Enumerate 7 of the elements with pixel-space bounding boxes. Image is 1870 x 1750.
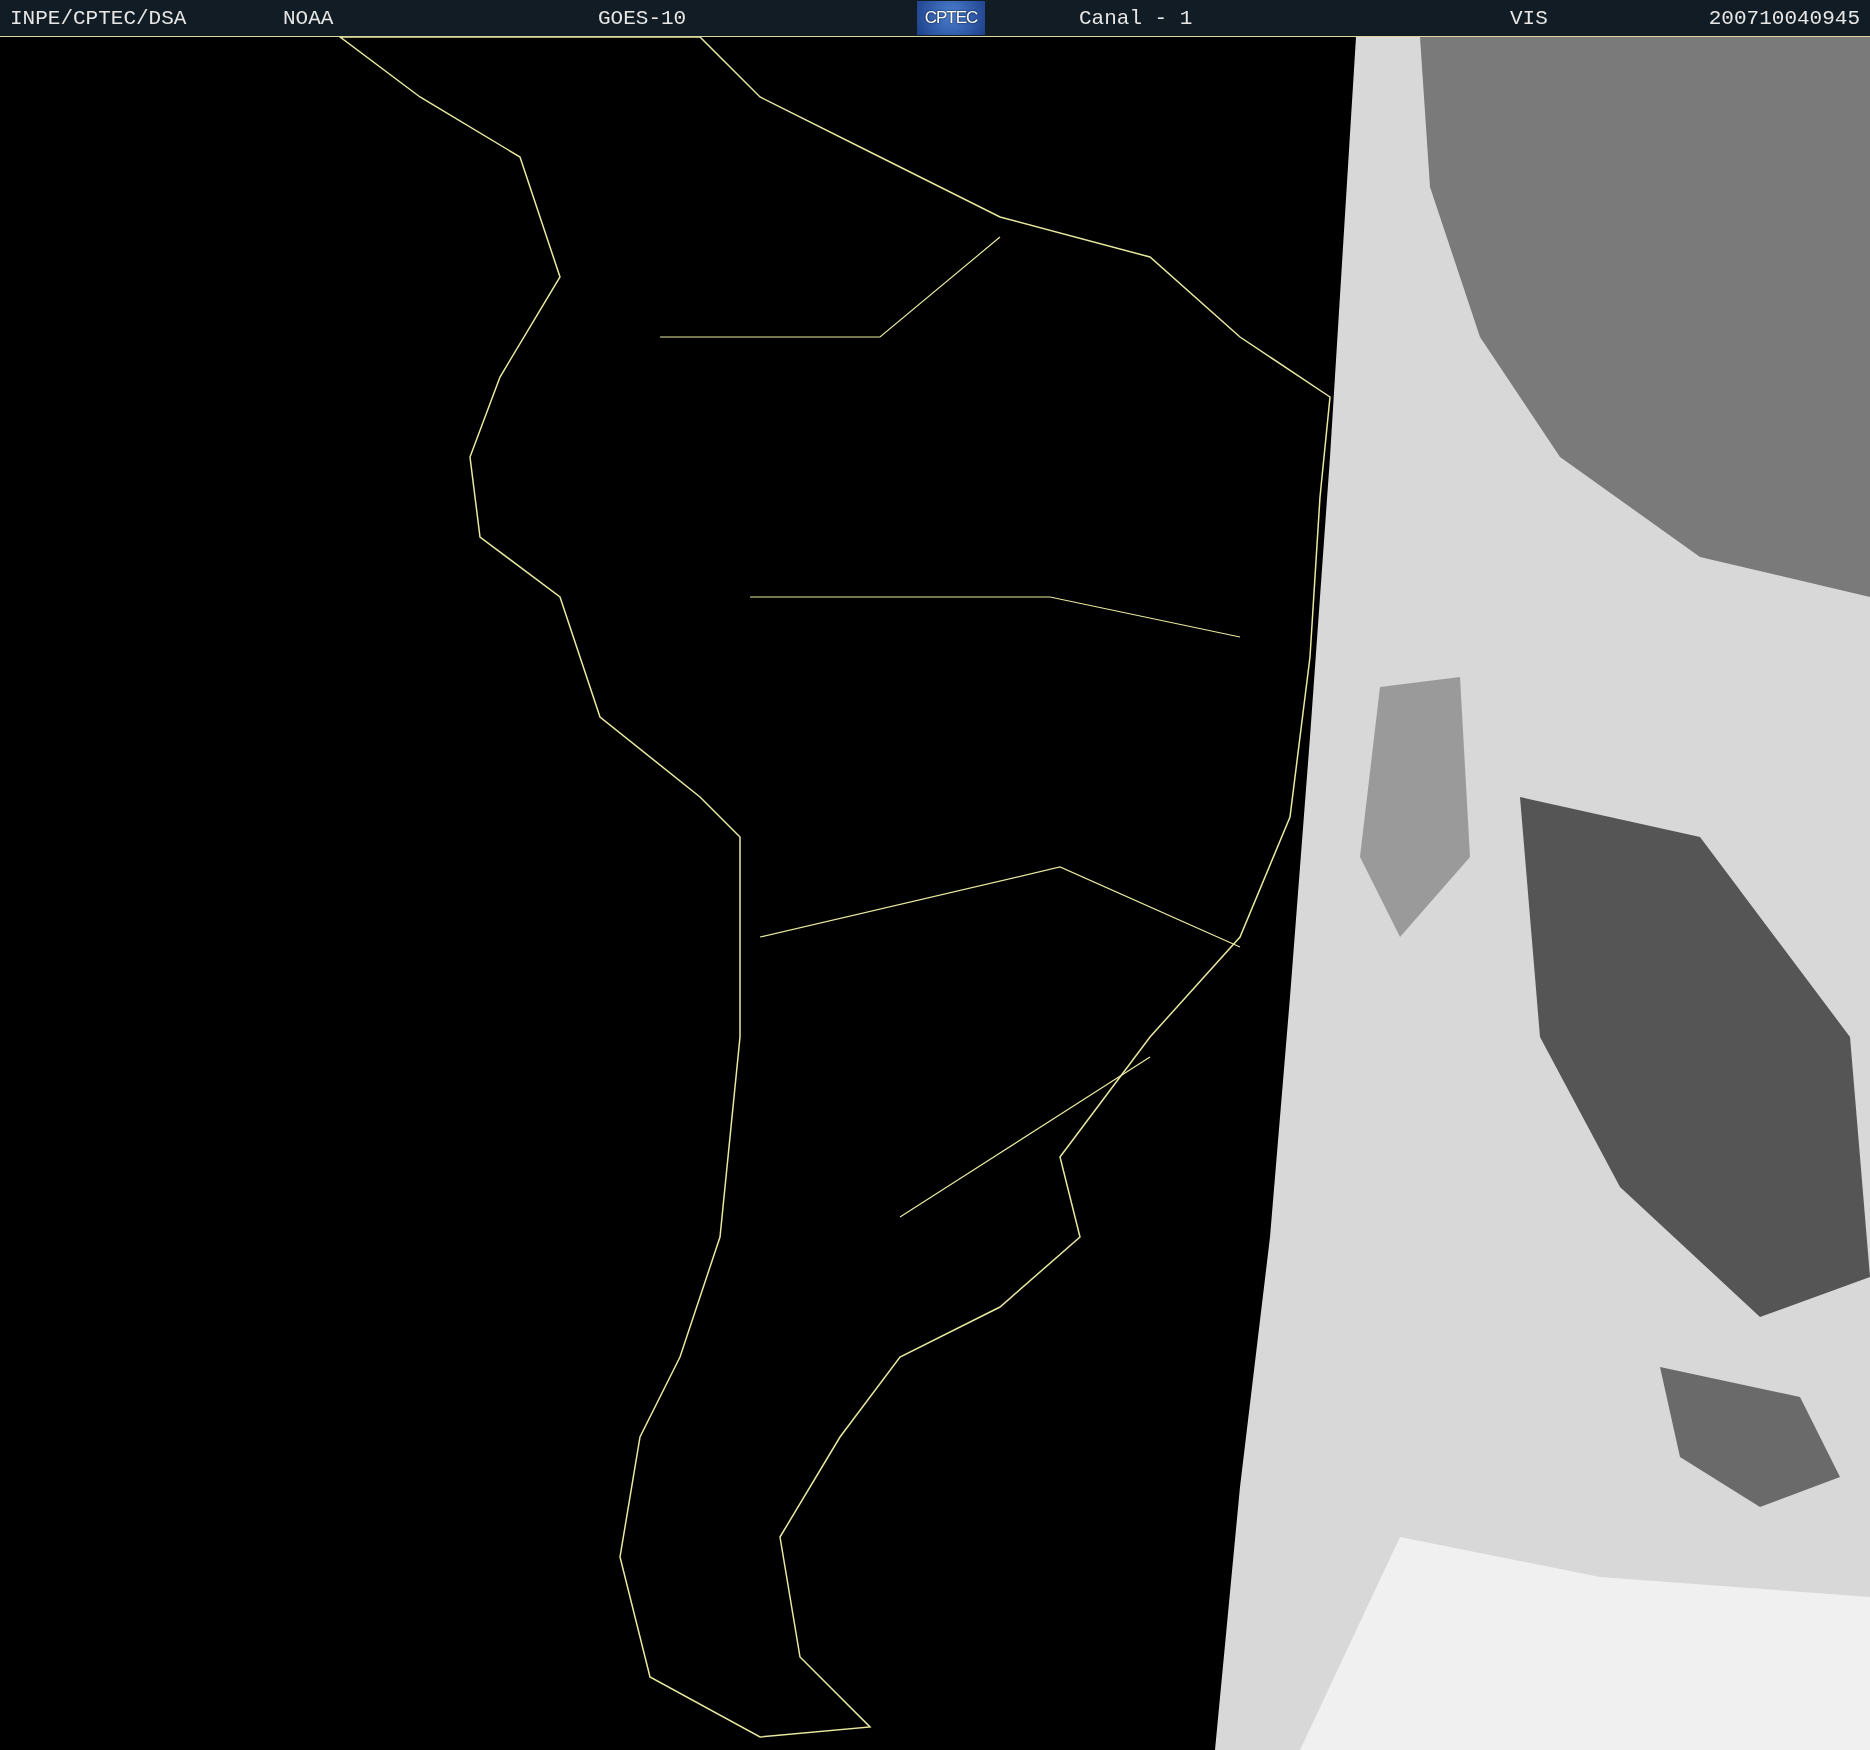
- logo: CPTEC: [917, 1, 985, 35]
- band-label: VIS: [1510, 6, 1548, 30]
- timestamp-label: 200710040945: [1708, 6, 1860, 30]
- source-label: NOAA: [283, 6, 335, 30]
- channel-label: Canal - 1: [1079, 6, 1194, 30]
- agency-label: INPE/CPTEC/DSA: [9, 6, 188, 30]
- satellite-label: GOES-10: [598, 6, 688, 30]
